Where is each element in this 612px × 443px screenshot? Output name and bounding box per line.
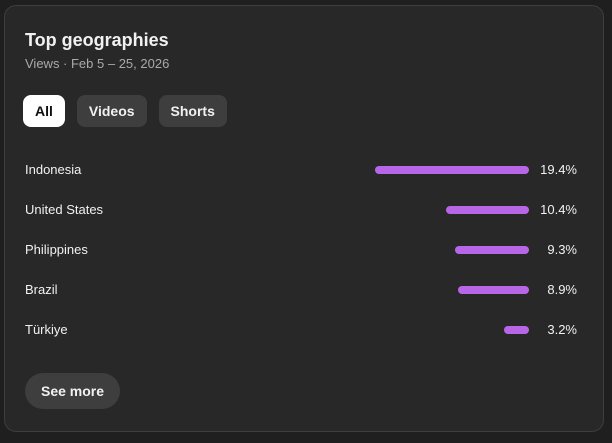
geography-label: Philippines — [25, 242, 88, 257]
geography-value: 3.2% — [547, 322, 577, 337]
geography-bar — [504, 326, 529, 334]
geography-label: United States — [25, 202, 104, 217]
bar-track — [369, 166, 529, 174]
geography-value: 8.9% — [547, 282, 577, 297]
bar-track — [369, 246, 529, 254]
geography-list: Indonesia 19.4% United States 10.4% Phil… — [25, 150, 581, 350]
top-geographies-card: Top geographies Views · Feb 5 – 25, 2026… — [4, 5, 604, 432]
bar-track — [369, 206, 529, 214]
geography-bar — [375, 166, 529, 174]
filter-chip-all[interactable]: All — [23, 95, 65, 127]
geography-row: Türkiye 3.2% — [25, 310, 581, 350]
geography-row: United States 10.4% — [25, 190, 581, 230]
bar-track — [369, 326, 529, 334]
filter-chips: All Videos Shorts — [23, 95, 227, 127]
geography-bar — [455, 246, 529, 254]
geography-label: Türkiye — [25, 322, 68, 337]
geography-row: Brazil 8.9% — [25, 270, 581, 310]
geography-row: Philippines 9.3% — [25, 230, 581, 270]
geography-bar — [446, 206, 529, 214]
geography-bar — [458, 286, 529, 294]
geography-value: 9.3% — [547, 242, 577, 257]
filter-chip-shorts[interactable]: Shorts — [158, 95, 227, 127]
geography-value: 10.4% — [540, 202, 577, 217]
card-subtitle: Views · Feb 5 – 25, 2026 — [25, 56, 170, 71]
geography-label: Indonesia — [25, 162, 82, 177]
geography-value: 19.4% — [540, 162, 577, 177]
geography-row: Indonesia 19.4% — [25, 150, 581, 190]
see-more-button[interactable]: See more — [25, 373, 121, 409]
bar-track — [369, 286, 529, 294]
geography-label: Brazil — [25, 282, 58, 297]
card-title: Top geographies — [25, 30, 169, 50]
filter-chip-videos[interactable]: Videos — [76, 95, 147, 127]
